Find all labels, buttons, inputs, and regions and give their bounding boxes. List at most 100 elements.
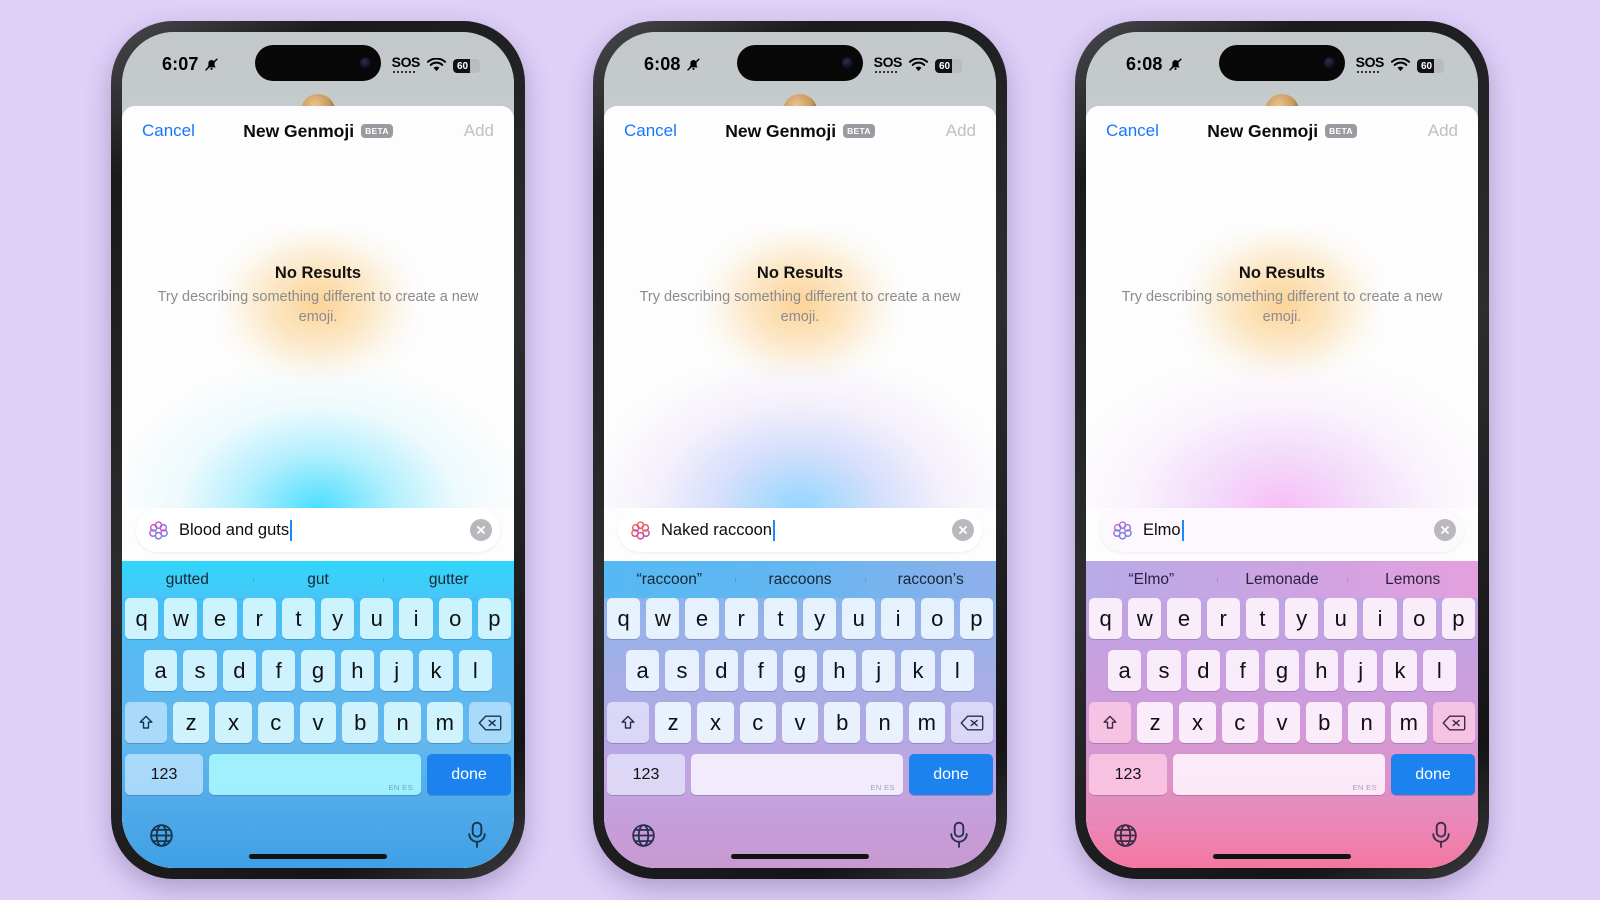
key-p[interactable]: p — [477, 598, 512, 639]
suggestion-item[interactable]: raccoon’s — [865, 571, 996, 589]
key-w[interactable]: w — [1128, 598, 1162, 639]
backspace-icon[interactable] — [468, 702, 511, 743]
cancel-button[interactable]: Cancel — [1106, 121, 1159, 141]
key-k[interactable]: k — [1383, 650, 1417, 691]
key-b[interactable]: b — [342, 702, 379, 743]
add-button[interactable]: Add — [946, 121, 976, 141]
microphone-icon[interactable] — [948, 821, 970, 849]
shift-icon[interactable] — [125, 702, 168, 743]
suggestion-item[interactable]: “Elmo” — [1086, 571, 1217, 589]
key-w[interactable]: w — [646, 598, 680, 639]
key-y[interactable]: y — [321, 598, 355, 639]
key-c[interactable]: c — [739, 702, 776, 743]
globe-icon[interactable] — [630, 822, 657, 849]
suggestion-item[interactable]: gutted — [122, 571, 253, 589]
cancel-button[interactable]: Cancel — [142, 121, 195, 141]
key-t[interactable]: t — [763, 598, 797, 639]
numbers-key[interactable]: 123 — [125, 754, 203, 795]
space-key[interactable]: EN ES — [209, 754, 421, 795]
key-v[interactable]: v — [299, 702, 337, 743]
key-e[interactable]: e — [1167, 598, 1201, 639]
microphone-icon[interactable] — [1430, 821, 1452, 849]
key-f[interactable]: f — [1226, 650, 1260, 691]
key-s[interactable]: s — [665, 650, 699, 691]
numbers-key[interactable]: 123 — [1089, 754, 1167, 795]
key-t[interactable]: t — [1245, 598, 1279, 639]
suggestion-item[interactable]: Lemons — [1347, 571, 1478, 589]
key-t[interactable]: t — [281, 598, 315, 639]
globe-icon[interactable] — [1112, 822, 1139, 849]
key-v[interactable]: v — [781, 702, 819, 743]
clear-x-icon[interactable] — [952, 519, 974, 541]
key-u[interactable]: u — [842, 598, 876, 639]
key-j[interactable]: j — [1343, 650, 1378, 691]
key-p[interactable]: p — [1441, 598, 1476, 639]
key-j[interactable]: j — [861, 650, 896, 691]
genmoji-description-field[interactable]: Naked raccoon — [618, 508, 982, 552]
genmoji-description-field[interactable]: Blood and guts — [136, 508, 500, 552]
key-j[interactable]: j — [379, 650, 414, 691]
key-u[interactable]: u — [360, 598, 394, 639]
key-l[interactable]: l — [1422, 650, 1456, 691]
key-f[interactable]: f — [744, 650, 778, 691]
key-v[interactable]: v — [1263, 702, 1301, 743]
key-i[interactable]: i — [881, 598, 915, 639]
backspace-icon[interactable] — [950, 702, 993, 743]
add-button[interactable]: Add — [464, 121, 494, 141]
key-d[interactable]: d — [1186, 650, 1220, 691]
numbers-key[interactable]: 123 — [607, 754, 685, 795]
key-q[interactable]: q — [124, 598, 159, 639]
suggestion-item[interactable]: gut — [252, 571, 384, 589]
done-key[interactable]: done — [909, 754, 993, 795]
clear-x-icon[interactable] — [1434, 519, 1456, 541]
key-y[interactable]: y — [803, 598, 837, 639]
key-g[interactable]: g — [301, 650, 335, 691]
key-i[interactable]: i — [1363, 598, 1397, 639]
key-w[interactable]: w — [164, 598, 198, 639]
key-p[interactable]: p — [959, 598, 994, 639]
key-g[interactable]: g — [783, 650, 817, 691]
suggestion-item[interactable]: raccoons — [734, 571, 866, 589]
key-m[interactable]: m — [426, 702, 463, 743]
key-b[interactable]: b — [824, 702, 861, 743]
key-d[interactable]: d — [704, 650, 738, 691]
key-q[interactable]: q — [606, 598, 641, 639]
key-o[interactable]: o — [438, 598, 472, 639]
key-c[interactable]: c — [1221, 702, 1258, 743]
key-m[interactable]: m — [908, 702, 945, 743]
add-button[interactable]: Add — [1428, 121, 1458, 141]
key-z[interactable]: z — [173, 702, 210, 743]
key-q[interactable]: q — [1088, 598, 1123, 639]
key-d[interactable]: d — [222, 650, 256, 691]
key-f[interactable]: f — [262, 650, 296, 691]
key-l[interactable]: l — [458, 650, 492, 691]
key-n[interactable]: n — [866, 702, 903, 743]
shift-icon[interactable] — [607, 702, 650, 743]
key-k[interactable]: k — [901, 650, 935, 691]
key-y[interactable]: y — [1285, 598, 1319, 639]
key-k[interactable]: k — [419, 650, 453, 691]
key-i[interactable]: i — [399, 598, 433, 639]
key-h[interactable]: h — [822, 650, 856, 691]
key-r[interactable]: r — [1206, 598, 1240, 639]
key-g[interactable]: g — [1265, 650, 1299, 691]
key-x[interactable]: x — [697, 702, 734, 743]
key-e[interactable]: e — [203, 598, 237, 639]
key-h[interactable]: h — [1304, 650, 1338, 691]
key-z[interactable]: z — [655, 702, 692, 743]
key-z[interactable]: z — [1137, 702, 1174, 743]
key-r[interactable]: r — [242, 598, 276, 639]
key-x[interactable]: x — [1179, 702, 1216, 743]
space-key[interactable]: EN ES — [691, 754, 903, 795]
backspace-icon[interactable] — [1432, 702, 1475, 743]
shift-icon[interactable] — [1089, 702, 1132, 743]
done-key[interactable]: done — [427, 754, 511, 795]
done-key[interactable]: done — [1391, 754, 1475, 795]
key-e[interactable]: e — [685, 598, 719, 639]
key-n[interactable]: n — [1348, 702, 1385, 743]
key-b[interactable]: b — [1306, 702, 1343, 743]
cancel-button[interactable]: Cancel — [624, 121, 677, 141]
clear-x-icon[interactable] — [470, 519, 492, 541]
key-a[interactable]: a — [626, 650, 660, 691]
key-r[interactable]: r — [724, 598, 758, 639]
